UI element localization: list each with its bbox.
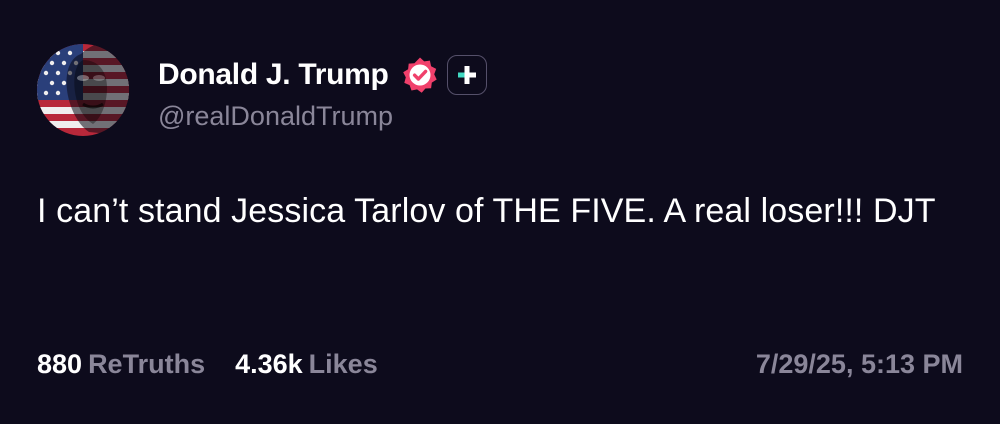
likes-stat[interactable]: 4.36k Likes [235,349,378,380]
plus-icon [457,66,476,84]
post-body-text: I can’t stand Jessica Tarlov of THE FIVE… [37,192,936,230]
avatar[interactable] [37,44,129,136]
flag-portrait-avatar-icon [37,44,129,136]
author-display-name[interactable]: Donald J. Trump [158,58,389,92]
retruths-stat[interactable]: 880 ReTruths [37,349,205,380]
likes-label: Likes [308,348,378,379]
author-name-row: Donald J. Trump [158,53,487,97]
retruths-label: ReTruths [88,348,206,379]
retruths-count: 880 [37,348,83,379]
likes-count: 4.36k [235,348,303,379]
truth-post-card: Donald J. Trump @realDonaldTrump I can’t… [0,0,1000,424]
post-footer: 880 ReTruths 4.36k Likes 7/29/25, 5:13 PM [37,344,963,384]
verified-badge-icon [401,56,439,94]
author-handle[interactable]: @realDonaldTrump [158,101,393,132]
plus-badge-icon[interactable] [446,55,487,95]
post-timestamp[interactable]: 7/29/25, 5:13 PM [756,349,963,380]
